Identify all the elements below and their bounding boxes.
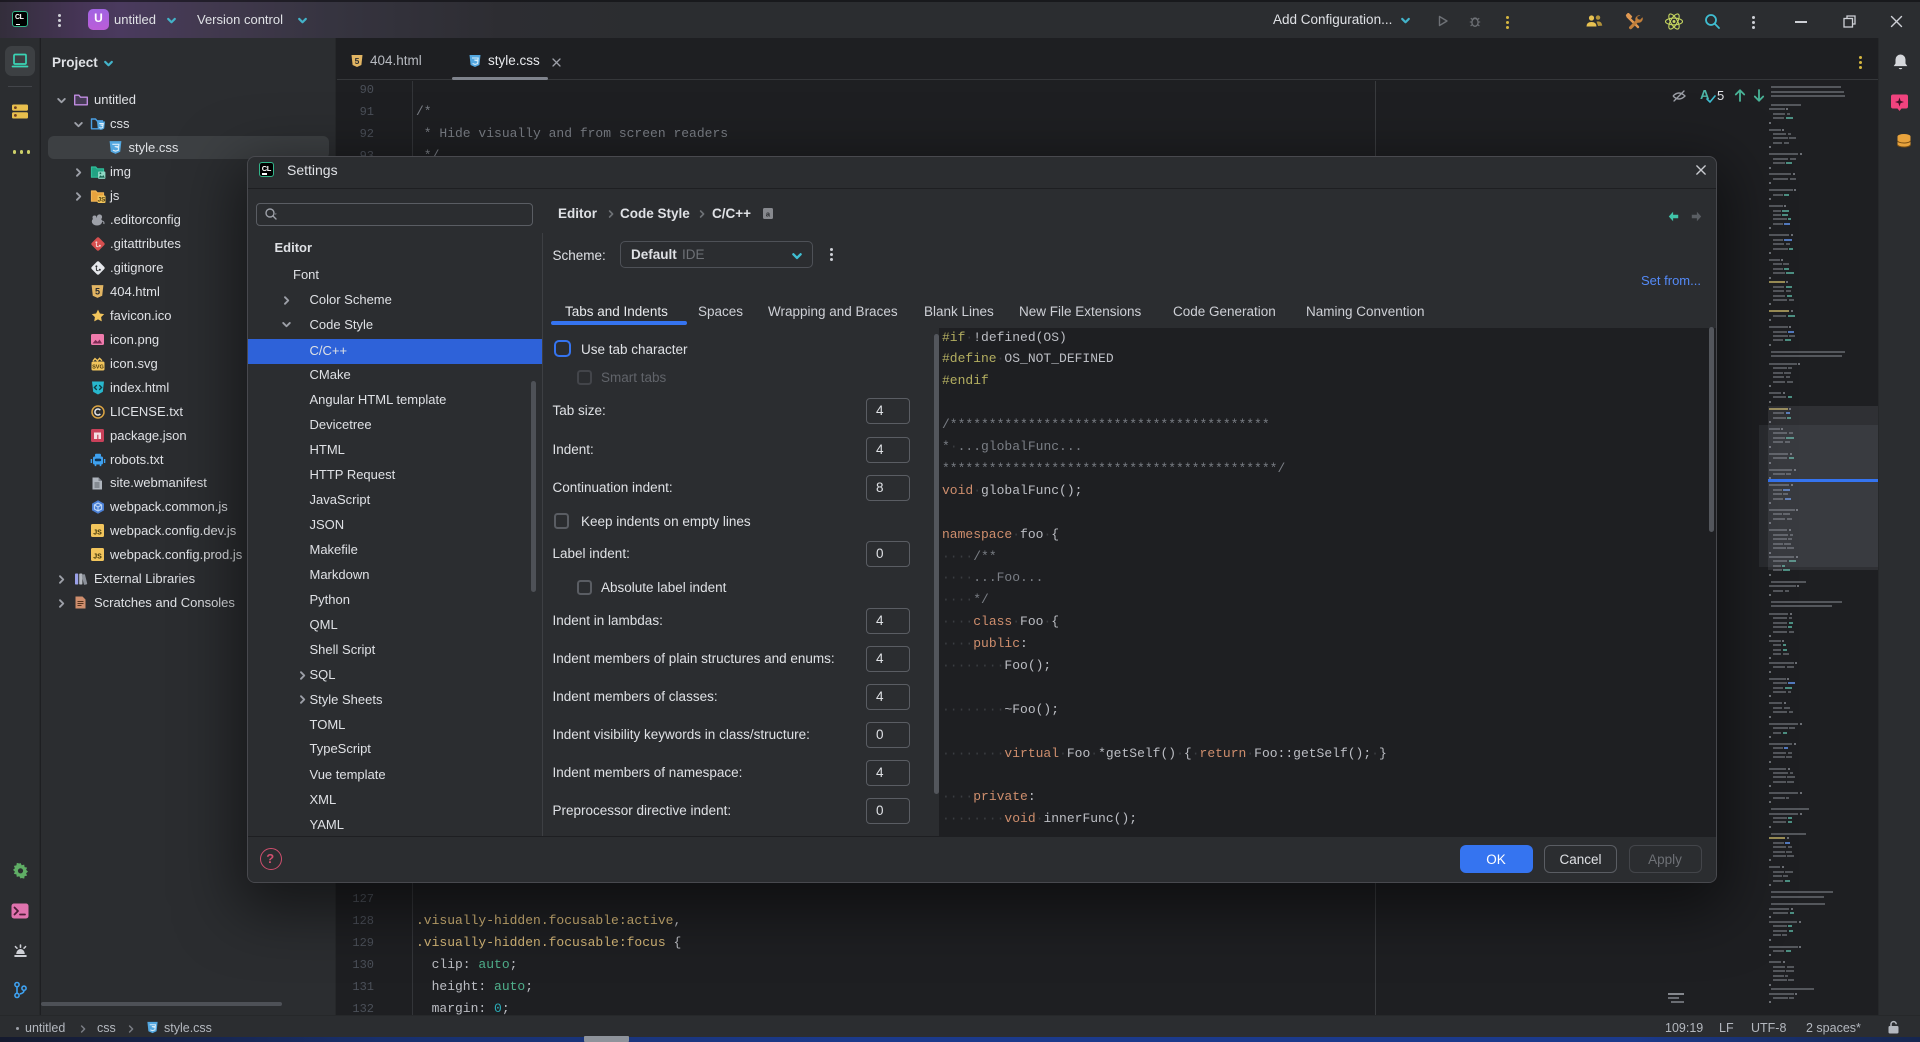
svg-text:5: 5 [355,56,360,66]
svg-text:5: 5 [95,287,100,297]
svg-text:SVG: SVG [92,364,104,370]
svg-text:JS: JS [98,197,107,204]
svg-text:JS: JS [93,554,102,561]
svg-text:JS: JS [93,530,102,537]
